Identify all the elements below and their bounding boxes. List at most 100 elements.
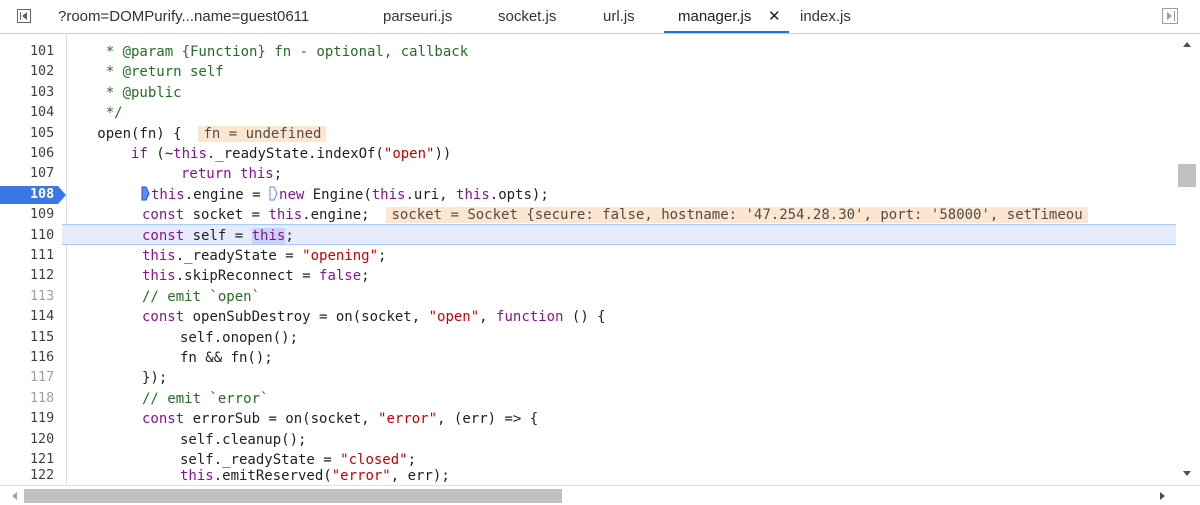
line-number[interactable]: 112 xyxy=(30,266,64,286)
line-number[interactable]: 113 xyxy=(30,287,64,307)
code-token: .engine = xyxy=(184,186,270,203)
code-token: ; xyxy=(378,248,387,264)
code-token: if xyxy=(72,146,148,162)
code-text: */ xyxy=(72,105,123,122)
line-number[interactable]: 111 xyxy=(30,246,64,266)
tab-room-dompurify[interactable]: ?room=DOMPurify...name=guest0611 xyxy=(58,0,309,33)
code-token: , err); xyxy=(390,468,450,484)
code-text: const errorSub = on(socket, "error", (er… xyxy=(142,409,538,429)
line-number[interactable]: 116 xyxy=(30,348,64,368)
line-number[interactable]: 114 xyxy=(30,307,64,327)
code-token: return xyxy=(181,166,232,183)
code-token: this xyxy=(371,186,406,203)
code-token: new xyxy=(279,186,305,203)
code-text: // emit `error` xyxy=(142,390,269,407)
horizontal-scroll-thumb[interactable] xyxy=(24,489,562,503)
code-line: 119 const errorSub = on(socket, "error",… xyxy=(0,409,1176,429)
active-tab-indicator xyxy=(664,31,789,33)
code-token: this xyxy=(151,186,185,203)
code-text: * @param {Function} fn - optional, callb… xyxy=(72,44,469,60)
toggle-navigator-icon[interactable] xyxy=(17,9,31,23)
line-number[interactable]: 101 xyxy=(30,42,64,62)
line-number[interactable]: 102 xyxy=(30,62,64,82)
scroll-left-icon[interactable] xyxy=(12,492,17,500)
scroll-down-icon[interactable] xyxy=(1183,471,1191,476)
code-text: this.emitReserved("error", err); xyxy=(180,466,450,485)
code-line: 109 const socket = this.engine; socket =… xyxy=(0,205,1176,225)
vertical-scrollbar[interactable] xyxy=(1176,34,1200,485)
line-number[interactable]: 105 xyxy=(30,124,64,144)
code-text: }); xyxy=(142,370,168,387)
line-number[interactable]: 106 xyxy=(30,144,64,164)
line-number[interactable]: 122 xyxy=(30,466,64,485)
code-token: ._readyState = xyxy=(175,248,303,264)
code-line: 112 this.skipReconnect = false; xyxy=(0,266,1176,286)
line-number[interactable]: 103 xyxy=(30,83,64,103)
tab-url-js[interactable]: url.js xyxy=(603,0,635,33)
tab-manager-js[interactable]: manager.js xyxy=(678,0,751,33)
code-line: 115 self.onopen(); xyxy=(0,328,1176,348)
line-number[interactable]: 117 xyxy=(30,368,64,388)
code-line: 113 // emit `open` xyxy=(0,287,1176,307)
code-line: 106 if (~this._readyState.indexOf("open"… xyxy=(0,144,1176,164)
line-number[interactable]: 115 xyxy=(30,328,64,348)
scroll-up-icon[interactable] xyxy=(1183,42,1191,47)
code-line: 103 * @public xyxy=(0,83,1176,103)
line-number[interactable]: 118 xyxy=(30,389,64,409)
inline-value-fn[interactable]: fn = undefined xyxy=(198,125,327,142)
code-token: errorSub = on(socket, xyxy=(184,411,379,428)
breakpoint-marker[interactable]: 108 xyxy=(0,185,66,204)
code-token: .emitReserved( xyxy=(213,468,332,484)
toggle-debugger-icon[interactable] xyxy=(1162,8,1178,24)
code-token: )) xyxy=(434,146,452,162)
line-number[interactable]: 104 xyxy=(30,103,64,123)
code-token: this xyxy=(456,186,490,203)
line-number[interactable]: 109 xyxy=(30,205,64,225)
scroll-right-icon[interactable] xyxy=(1160,492,1165,500)
code-token: this xyxy=(142,248,176,264)
tab-index-js[interactable]: index.js xyxy=(800,0,851,33)
code-token: ; xyxy=(285,227,294,244)
editor-tab-bar: ?room=DOMPurify...name=guest0611 parseur… xyxy=(0,0,1200,34)
tab-socket-js[interactable]: socket.js xyxy=(498,0,556,33)
line-number[interactable]: 119 xyxy=(30,409,64,429)
code-text: open(fn) { fn = undefined xyxy=(72,124,327,144)
code-text: // emit `open` xyxy=(142,288,261,305)
code-token: const xyxy=(142,309,185,326)
code-text: self.cleanup(); xyxy=(180,431,307,448)
vertical-scroll-thumb[interactable] xyxy=(1178,164,1196,187)
code-line: 116 fn && fn(); xyxy=(0,348,1176,368)
horizontal-scrollbar[interactable] xyxy=(0,485,1200,505)
code-token: this xyxy=(142,268,176,285)
line-number[interactable]: 107 xyxy=(30,164,64,184)
code-text: * @return self xyxy=(72,64,224,81)
line-number[interactable]: 110 xyxy=(30,226,64,246)
code-token: .skipReconnect = xyxy=(175,268,320,285)
code-token: "open" xyxy=(428,309,480,326)
code-text: const socket = this.engine; socket = Soc… xyxy=(142,205,1088,225)
code-token: open(fn) { xyxy=(72,125,199,142)
code-token: ; xyxy=(361,268,370,285)
code-token: this xyxy=(240,166,274,183)
tab-close-icon[interactable]: ✕ xyxy=(768,0,781,33)
line-number[interactable]: 108 xyxy=(30,186,54,204)
selected-token[interactable]: this xyxy=(251,227,286,244)
code-token: "error" xyxy=(378,411,438,428)
code-token: self = xyxy=(184,227,252,244)
tab-parseuri-js[interactable]: parseuri.js xyxy=(383,0,452,33)
continue-marker-icon[interactable] xyxy=(269,186,278,201)
code-token: "opening" xyxy=(302,248,379,264)
code-line: 107 return this; xyxy=(0,164,1176,184)
code-token: Engine( xyxy=(304,186,372,203)
line-number[interactable]: 120 xyxy=(30,430,64,450)
code-text: const openSubDestroy = on(socket, "open"… xyxy=(142,307,606,327)
continue-marker-icon[interactable] xyxy=(141,186,150,201)
code-line-current: 108 this.engine = new Engine(this.uri, t… xyxy=(0,185,1176,205)
code-token: openSubDestroy = on(socket, xyxy=(184,309,429,326)
code-token: this xyxy=(268,207,303,224)
inline-value-socket[interactable]: socket = Socket {secure: false, hostname… xyxy=(386,207,1088,224)
code-line: 122 this.emitReserved("error", err); xyxy=(0,466,1176,485)
code-token: this xyxy=(173,146,207,162)
code-text: fn && fn(); xyxy=(180,350,273,366)
code-token: false xyxy=(319,268,362,285)
